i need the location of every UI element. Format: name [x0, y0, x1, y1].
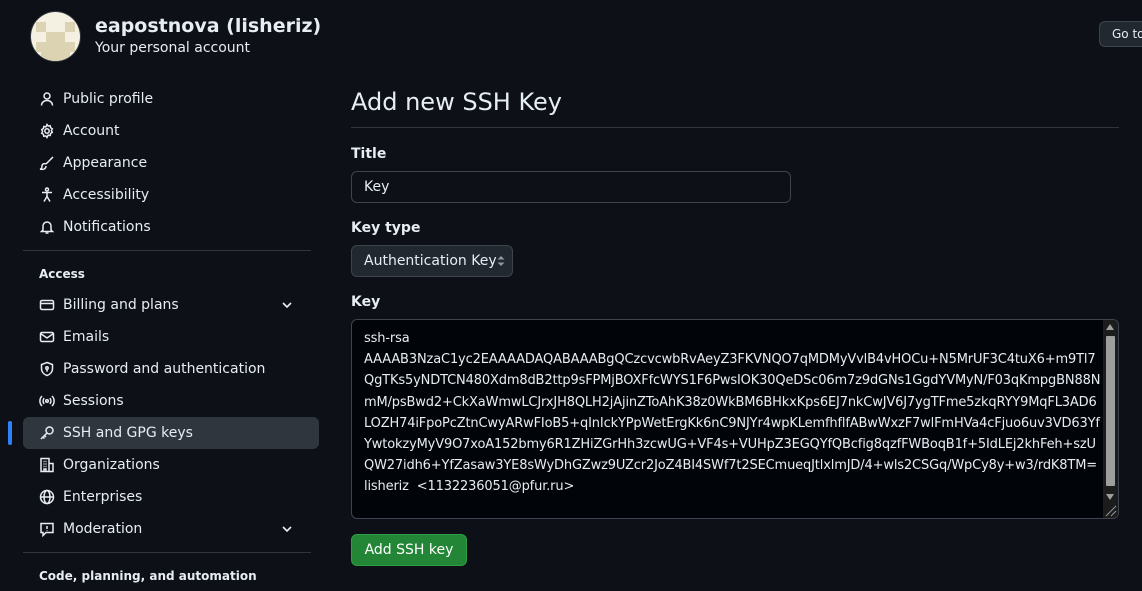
sidebar-item-label: Account — [63, 123, 120, 139]
sidebar-item-label: Public profile — [63, 91, 154, 107]
sidebar-item-billing[interactable]: Billing and plans — [23, 289, 311, 321]
title-input[interactable]: Key — [351, 171, 791, 203]
sidebar-divider — [23, 552, 311, 553]
key-textarea[interactable]: ssh-rsa AAAAB3NzaC1yc2EAAAADAQABAAABgQCz… — [351, 319, 1119, 519]
person-icon — [39, 91, 55, 107]
chevron-down-icon[interactable] — [279, 297, 295, 313]
account-name: eapostnova (lisheriz) — [95, 15, 322, 37]
sidebar-item-label: Notifications — [63, 219, 151, 235]
resize-grip-icon[interactable] — [1104, 504, 1117, 517]
account-subtitle: Your personal account — [95, 40, 251, 56]
sidebar-item-account[interactable]: Account — [23, 115, 311, 147]
sidebar-item-appearance[interactable]: Appearance — [23, 147, 311, 179]
key-label: Key — [351, 294, 381, 310]
scroll-up-arrow-icon[interactable] — [1106, 324, 1114, 330]
title-label: Title — [351, 146, 387, 162]
scroll-down-arrow-icon[interactable] — [1106, 494, 1114, 500]
avatar[interactable] — [31, 11, 80, 61]
sidebar-item-emails[interactable]: Emails — [23, 321, 311, 353]
sidebar-item-password-auth[interactable]: Password and authentication — [23, 353, 311, 385]
sidebar-item-notifications[interactable]: Notifications — [23, 211, 311, 243]
add-ssh-key-button[interactable]: Add SSH key — [351, 534, 467, 566]
sidebar-item-label: Organizations — [63, 457, 160, 473]
settings-sidebar: Public profile Account Appearance Access… — [8, 83, 319, 591]
sidebar-item-label: Sessions — [63, 393, 124, 409]
key-icon — [39, 425, 55, 441]
bell-icon — [39, 219, 55, 235]
select-arrows-icon — [497, 256, 505, 266]
sidebar-item-enterprises[interactable]: Enterprises — [23, 481, 311, 513]
credit-card-icon — [39, 297, 55, 313]
textarea-scrollbar[interactable] — [1103, 320, 1118, 518]
scrollbar-thumb[interactable] — [1106, 336, 1115, 486]
sidebar-section-access: Access — [39, 267, 85, 281]
sidebar-item-label: Password and authentication — [63, 361, 266, 377]
sidebar-item-moderation[interactable]: Moderation — [23, 513, 311, 545]
sidebar-item-public-profile[interactable]: Public profile — [23, 83, 311, 115]
sidebar-item-accessibility[interactable]: Accessibility — [23, 179, 311, 211]
sidebar-item-label: Accessibility — [63, 187, 150, 203]
organization-icon — [39, 457, 55, 473]
broadcast-icon — [39, 393, 55, 409]
key-type-select[interactable]: Authentication Key — [351, 245, 513, 277]
sidebar-item-label: Billing and plans — [63, 297, 179, 313]
account-header: eapostnova (lisheriz) Your personal acco… — [31, 11, 321, 61]
sidebar-item-organizations[interactable]: Organizations — [23, 449, 311, 481]
title-divider — [351, 127, 1119, 128]
report-icon — [39, 521, 55, 537]
page-title: Add new SSH Key — [351, 88, 562, 116]
key-type-label: Key type — [351, 220, 421, 236]
globe-icon — [39, 489, 55, 505]
sidebar-item-sessions[interactable]: Sessions — [23, 385, 311, 417]
accessibility-icon — [39, 187, 55, 203]
sidebar-item-label: Emails — [63, 329, 110, 345]
chevron-down-icon[interactable] — [279, 521, 295, 537]
shield-lock-icon — [39, 361, 55, 377]
mail-icon — [39, 329, 55, 345]
sidebar-item-label: Enterprises — [63, 489, 143, 505]
sidebar-item-label: Appearance — [63, 155, 148, 171]
sidebar-item-label: SSH and GPG keys — [63, 425, 193, 441]
add-ssh-key-form: Add new SSH Key Title Key Key type Authe… — [351, 84, 1119, 566]
key-textarea-content: ssh-rsa AAAAB3NzaC1yc2EAAAADAQABAAABgQCz… — [364, 331, 1101, 495]
sidebar-item-label: Moderation — [63, 521, 143, 537]
gear-icon — [39, 123, 55, 139]
active-indicator — [8, 421, 12, 445]
go-to-profile-button[interactable]: Go to your personal profile — [1099, 21, 1142, 47]
sidebar-divider — [23, 250, 311, 251]
key-type-value: Authentication Key — [364, 253, 497, 269]
paintbrush-icon — [39, 155, 55, 171]
sidebar-section-code: Code, planning, and automation — [39, 569, 257, 583]
sidebar-item-ssh-gpg-keys[interactable]: SSH and GPG keys — [8, 417, 319, 449]
